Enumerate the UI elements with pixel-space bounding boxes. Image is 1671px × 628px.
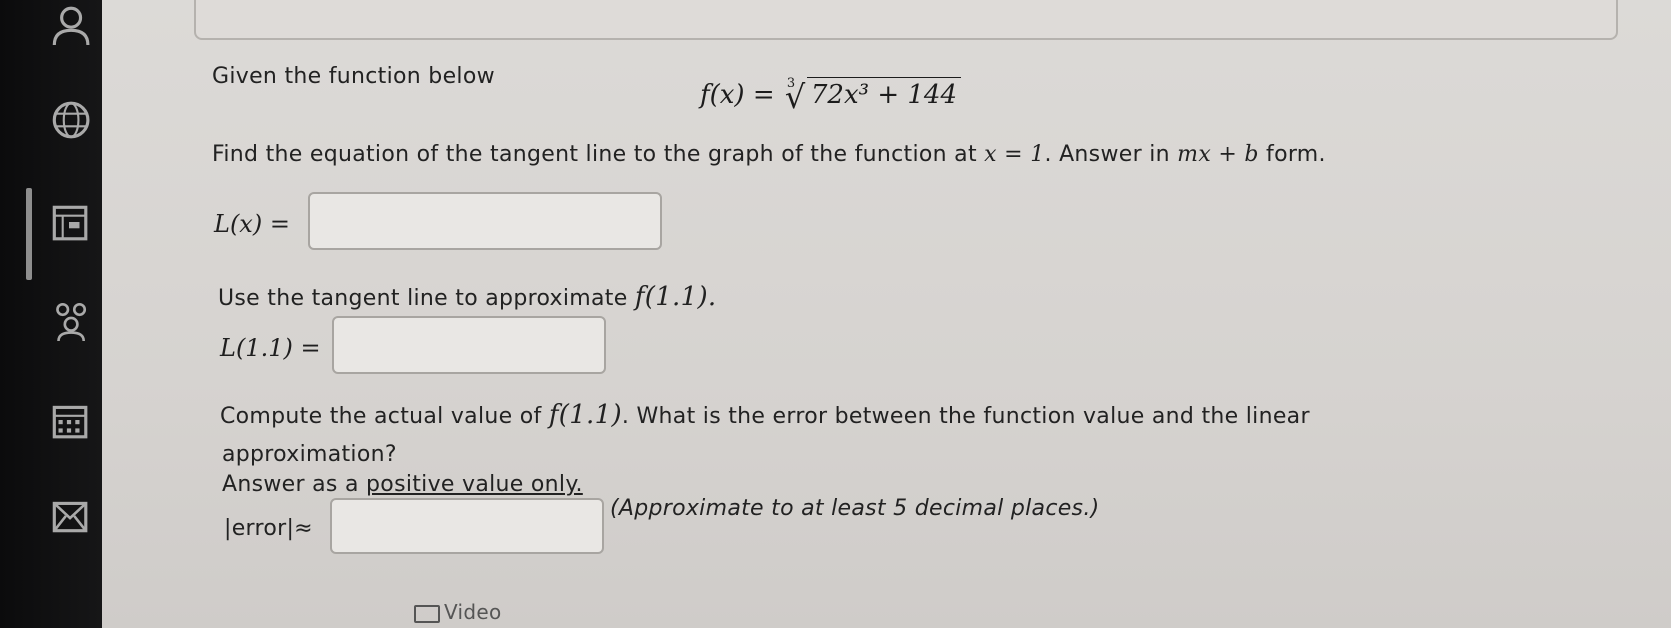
video-icon	[414, 604, 440, 623]
q3-text-b: . What is the error between the function…	[621, 404, 1310, 429]
left-sidebar	[0, 0, 102, 628]
q1-text-b: . Answer in	[1044, 142, 1178, 167]
formula-lhs: f(x) =	[700, 80, 783, 110]
question-3-text-cont: approximation?	[222, 442, 397, 467]
q2-math: f(1.1).	[634, 282, 717, 312]
approximation-note: (Approximate to at least 5 decimal place…	[610, 496, 1100, 521]
l-of-x-label: L(x) =	[214, 210, 290, 238]
radical-sign: √	[784, 78, 806, 116]
l-of-1-1-label: L(1.1) =	[220, 334, 321, 362]
question-2-text: Use the tangent line to approximate f(1.…	[218, 282, 716, 312]
tangent-line-input[interactable]	[308, 192, 662, 250]
group-icon[interactable]	[44, 298, 94, 342]
q1-math-form: mx + b	[1177, 142, 1259, 167]
q1-text-c: form.	[1258, 142, 1326, 167]
video-link-partial[interactable]: Video	[414, 600, 502, 624]
gradebook-icon[interactable]	[44, 200, 94, 244]
q3-math: f(1.1)	[548, 400, 622, 430]
person-icon[interactable]	[44, 2, 94, 46]
question-1-text: Find the equation of the tangent line to…	[212, 142, 1326, 167]
q2-text: Use the tangent line to approximate	[218, 286, 635, 311]
error-input[interactable]	[330, 498, 604, 554]
calendar-icon[interactable]	[44, 398, 94, 442]
function-formula: f(x) = 3 √ 72x³ + 144	[700, 76, 962, 116]
cube-root: 3 √ 72x³ + 144	[783, 76, 962, 116]
question-3-text: Compute the actual value of f(1.1). What…	[220, 400, 1310, 430]
radicand: 72x³ + 144	[806, 77, 962, 110]
video-link-text: Video	[444, 600, 502, 624]
positive-note-under: positive value only.	[366, 472, 583, 497]
q2-label-text: L(1.1) =	[220, 334, 321, 362]
q3-text-a: Compute the actual value of	[220, 404, 549, 429]
intro-text: Given the function below	[212, 64, 495, 89]
positive-note-pre: Answer as a	[222, 472, 367, 497]
linear-approx-input[interactable]	[332, 316, 606, 374]
error-label: |error|≈	[224, 516, 313, 541]
previous-card-edge	[194, 0, 1618, 40]
q1-text-a: Find the equation of the tangent line to…	[212, 142, 985, 167]
globe-icon[interactable]	[44, 98, 94, 142]
mail-icon[interactable]	[44, 494, 94, 538]
active-indicator	[26, 188, 32, 280]
q1-math-x: x = 1	[984, 142, 1045, 167]
positive-note: Answer as a positive value only.	[222, 472, 583, 497]
